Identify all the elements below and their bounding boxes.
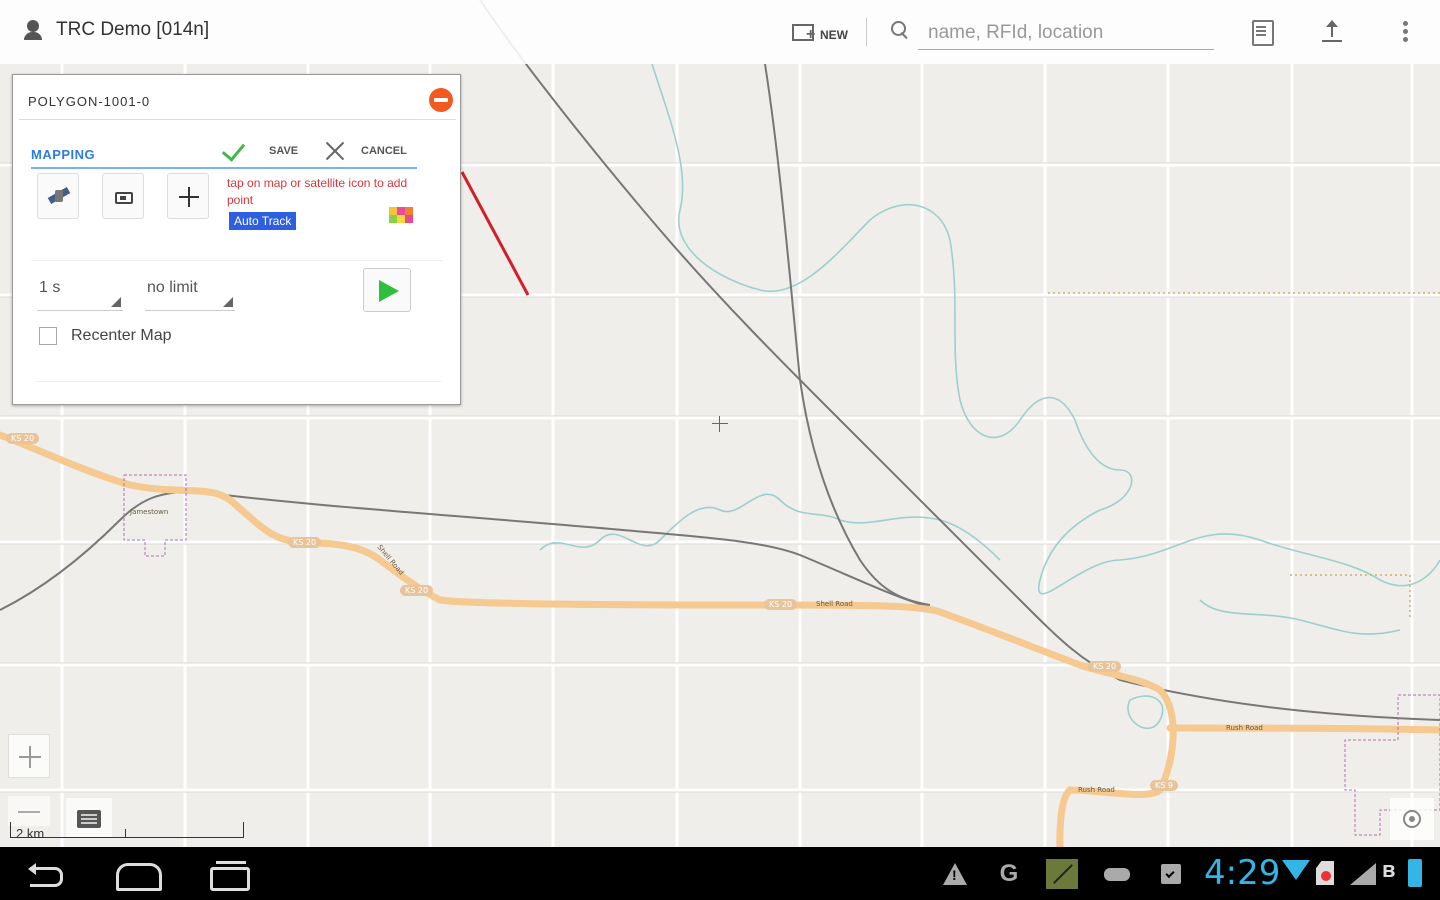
status-clock: 4:29 xyxy=(1204,853,1281,893)
app-title: TRC Demo [014n] xyxy=(56,19,210,40)
map-center-crosshair xyxy=(712,416,728,432)
save-button[interactable]: SAVE xyxy=(219,137,298,165)
wifi-icon xyxy=(1282,860,1310,880)
recent-apps-icon[interactable] xyxy=(204,857,252,891)
road-label: KS 20 xyxy=(288,537,322,548)
new-button[interactable]: NEW xyxy=(788,16,848,48)
polygon-line xyxy=(460,171,530,296)
g-icon: G xyxy=(999,860,1019,887)
tab-underline xyxy=(31,167,417,169)
hint-text: tap on map or satellite icon to add poin… xyxy=(227,176,408,207)
color-palette-icon[interactable] xyxy=(389,207,415,223)
interval-spinner[interactable]: 1 s xyxy=(37,275,123,311)
save-label: SAVE xyxy=(269,145,299,157)
auto-track-button[interactable]: Auto Track xyxy=(229,212,297,230)
recenter-label: Recenter Map xyxy=(71,327,172,344)
road-label: KS 20 xyxy=(764,599,798,610)
satellite-button[interactable] xyxy=(37,173,79,219)
sd-card-icon xyxy=(1316,861,1334,885)
close-panel-icon[interactable] xyxy=(429,88,453,112)
gamepad-icon xyxy=(1104,861,1130,887)
search-icon xyxy=(890,20,912,42)
scale-bar xyxy=(10,822,244,838)
dropdown-triangle-icon xyxy=(111,297,121,307)
back-icon[interactable] xyxy=(24,857,72,891)
town-label: Jamestown xyxy=(130,508,169,516)
play-button[interactable] xyxy=(363,268,411,312)
locate-button[interactable] xyxy=(1390,798,1434,840)
highways xyxy=(0,431,1440,847)
panel-title: POLYGON-1001-0 xyxy=(28,94,151,109)
move-icon xyxy=(178,186,200,208)
signal-icon xyxy=(1350,863,1376,885)
list-icon[interactable] xyxy=(1248,18,1276,46)
check-icon xyxy=(219,137,249,165)
road-label: KS 20 xyxy=(1088,661,1122,672)
divider xyxy=(866,18,867,46)
clipboard-icon xyxy=(1158,861,1184,887)
limit-value: no limit xyxy=(147,279,198,296)
satellite-icon xyxy=(48,186,70,206)
app-title-area[interactable]: TRC Demo [014n] xyxy=(22,18,209,42)
cancel-label: CANCEL xyxy=(361,145,407,157)
street-label: Shell Road xyxy=(816,600,853,608)
zoom-in-button[interactable] xyxy=(8,734,50,778)
system-navigation-bar: G 4:29 ʙ xyxy=(0,847,1440,900)
close-icon xyxy=(323,139,347,163)
dropdown-triangle-icon xyxy=(223,297,233,307)
town-boundaries xyxy=(123,474,1440,836)
interval-value: 1 s xyxy=(39,279,61,296)
street-label: Rush Road xyxy=(1226,724,1263,732)
cancel-button[interactable]: CANCEL xyxy=(323,137,407,165)
warning-icon xyxy=(942,861,968,887)
bluetooth-icon: ʙ xyxy=(1382,857,1396,882)
recenter-map-toggle[interactable]: Recenter Map xyxy=(39,327,172,345)
upload-arrow-icon xyxy=(1326,20,1338,27)
move-button[interactable] xyxy=(167,173,209,219)
divider xyxy=(19,119,456,120)
overflow-menu-icon[interactable] xyxy=(1392,18,1420,46)
divider xyxy=(35,381,441,382)
polygon-editor-panel: POLYGON-1001-0 MAPPING SAVE CANCEL tap o… xyxy=(12,74,461,405)
action-bar: TRC Demo [014n] NEW xyxy=(0,0,1440,64)
record-button[interactable] xyxy=(102,173,144,219)
tab-mapping[interactable]: MAPPING xyxy=(31,147,95,162)
notes-icon xyxy=(1046,859,1078,889)
dotted-boundaries xyxy=(1048,292,1440,620)
recenter-checkbox[interactable] xyxy=(39,327,57,345)
home-icon[interactable] xyxy=(112,857,162,891)
new-label: NEW xyxy=(820,28,848,42)
user-icon xyxy=(22,18,44,42)
search-input[interactable] xyxy=(918,16,1214,50)
app-root: KS 20 KS 20 KS 20 KS 20 KS 20 KS 9 Shell… xyxy=(0,0,1440,900)
divider xyxy=(31,260,443,261)
road-label: KS 20 xyxy=(400,585,434,596)
road-label: KS 20 xyxy=(6,433,40,444)
new-item-icon xyxy=(788,20,816,44)
record-icon xyxy=(115,192,133,204)
battery-icon xyxy=(1408,859,1422,887)
street-label: Rush Road xyxy=(1078,786,1115,794)
road-label: KS 9 xyxy=(1150,780,1178,791)
limit-spinner[interactable]: no limit xyxy=(145,275,235,311)
scale-label: 2 km xyxy=(16,826,45,841)
